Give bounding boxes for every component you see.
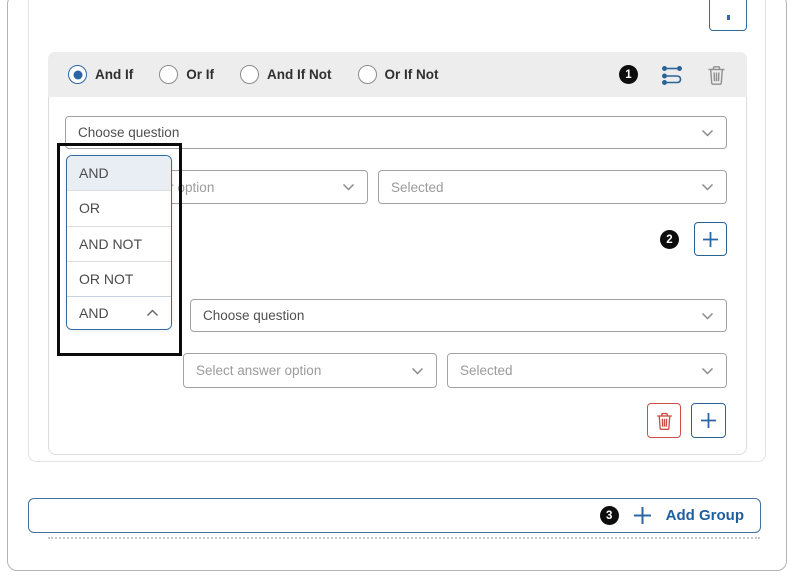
chevron-up-icon [146, 309, 159, 317]
condition-type-radio-group: And If Or If And If Not Or If Not [68, 65, 439, 84]
conjunction-select-trigger[interactable]: AND [67, 296, 171, 329]
divider-dotted-line [48, 537, 760, 539]
logic-builder-screen: And If Or If And If Not Or If Not 1 [0, 0, 795, 579]
chevron-down-icon [701, 312, 714, 320]
radio-icon[interactable] [358, 65, 377, 84]
chevron-down-icon [701, 129, 714, 137]
state-select-row1-placeholder: Selected [391, 180, 444, 195]
radio-and-if[interactable]: And If [68, 65, 133, 84]
radio-icon[interactable] [240, 65, 259, 84]
plus-icon [633, 506, 652, 525]
radio-label: Or If Not [385, 67, 439, 82]
conjunction-option-or[interactable]: OR [67, 190, 171, 225]
annotation-badge-3: 3 [600, 506, 619, 525]
logic-flow-icon[interactable] [660, 63, 684, 86]
conjunction-select-value: AND [79, 305, 109, 321]
chevron-down-icon [701, 367, 714, 375]
question-select-1-value: Choose question [78, 125, 179, 140]
state-select-row1[interactable]: Selected [378, 170, 727, 204]
plus-icon [702, 231, 719, 248]
conjunction-dropdown-open: AND OR AND NOT OR NOT AND [66, 155, 172, 330]
radio-or-if-not[interactable]: Or If Not [358, 65, 439, 84]
add-condition-button-2[interactable] [691, 403, 726, 438]
plus-icon [700, 412, 717, 429]
radio-label: Or If [186, 67, 214, 82]
question-select-2[interactable]: Choose question [190, 299, 727, 332]
conjunction-option-and[interactable]: AND [67, 156, 171, 190]
radio-and-if-not[interactable]: And If Not [240, 65, 331, 84]
add-group-button[interactable]: 3 Add Group [28, 498, 761, 533]
radio-or-if[interactable]: Or If [159, 65, 214, 84]
delete-condition-button[interactable] [647, 403, 681, 438]
chevron-down-icon [411, 367, 424, 375]
conjunction-option-or-not[interactable]: OR NOT [67, 261, 171, 296]
annotation-badge-1: 1 [619, 65, 638, 84]
answer-select-row2-placeholder: Select answer option [196, 363, 321, 378]
question-select-1[interactable]: Choose question [65, 116, 727, 149]
annotation-badge-2: 2 [660, 230, 679, 249]
plus-icon [727, 15, 730, 20]
add-group-label: Add Group [666, 507, 744, 524]
condition-type-bar: And If Or If And If Not Or If Not 1 [48, 52, 747, 97]
conjunction-option-and-not[interactable]: AND NOT [67, 226, 171, 261]
add-condition-button-partial[interactable] [709, 0, 747, 31]
answer-select-row2[interactable]: Select answer option [183, 353, 437, 388]
state-select-row2-placeholder: Selected [460, 363, 513, 378]
radio-icon[interactable] [159, 65, 178, 84]
delete-group-trash-icon[interactable] [706, 64, 727, 86]
trash-icon [655, 411, 674, 431]
chevron-down-icon [342, 183, 355, 191]
radio-label: And If [95, 67, 133, 82]
chevron-down-icon [701, 183, 714, 191]
radio-label: And If Not [267, 67, 331, 82]
radio-selected-icon[interactable] [68, 65, 87, 84]
question-select-2-value: Choose question [203, 308, 304, 323]
add-condition-button-1[interactable] [694, 222, 727, 256]
state-select-row2[interactable]: Selected [447, 353, 727, 388]
